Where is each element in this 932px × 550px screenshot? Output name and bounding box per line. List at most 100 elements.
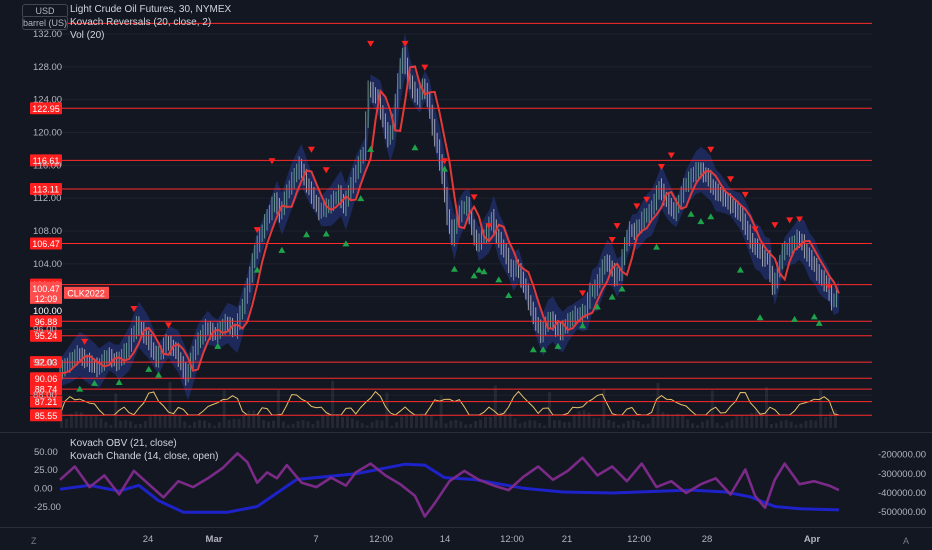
volume-bar [656,382,660,428]
volume-bar [276,390,280,428]
volume-bar [444,423,448,428]
volume-bar [119,420,123,428]
volume-bar [267,421,271,428]
volume-bar [148,416,152,428]
volume-bar [469,423,473,428]
time-tick-label: Mar [206,534,223,545]
volume-bar [281,421,285,428]
volume-bar [799,423,803,428]
chart-background [0,0,932,550]
volume-bar [518,423,522,428]
volume-bar [720,425,724,428]
volume-bar [173,412,177,428]
volume-bar [296,420,300,428]
volume-bar [183,421,187,428]
volume-bar [129,421,133,428]
volume-bar [365,425,369,428]
volume-bar [188,425,192,428]
osc-right-tick-label: -300000.00 [878,469,926,480]
volume-bar [212,425,216,428]
volume-bar [538,423,542,428]
price-tick-label: 132.00 [33,29,62,40]
kovach-chande-legend[interactable]: Kovach Chande (14, close, open) [70,451,218,462]
volume-bar [232,418,236,428]
volume-bar [257,414,261,428]
volume-bar [567,421,571,428]
symbol-legend[interactable]: Light Crude Oil Futures, 30, NYMEX [70,4,231,15]
time-tick-label: 12:00 [500,534,524,545]
volume-bar [198,420,202,428]
volume-bar [459,421,463,428]
time-tick-label: 24 [143,534,154,545]
volume-bar [671,415,675,428]
volume-bar [764,387,768,428]
price-tick-label: 120.00 [33,128,62,139]
volume-bar [617,424,621,428]
volume-bar [676,413,680,428]
volume-bar [355,420,359,428]
current-price-countdown: 12:09 [35,294,58,304]
volume-bar [488,417,492,428]
volume-bar [193,421,197,428]
volume-bar [533,420,537,428]
volume-bar [651,417,655,428]
volume-bar [528,420,532,428]
osc-left-tick-label: 0.00 [34,484,53,495]
volume-bar [577,411,581,428]
kovach-obv-legend[interactable]: Kovach OBV (21, close) [70,438,177,449]
volume-bar [306,421,310,428]
volume-legend[interactable]: Vol (20) [70,30,104,41]
volume-bar [474,421,478,428]
volume-bar [345,416,349,428]
price-tick-label: 96.00 [33,325,57,336]
volume-bar [543,425,547,428]
volume-bar [124,420,128,428]
volume-bar [725,422,729,428]
price-tick-label: 104.00 [33,259,62,270]
volume-bar [89,415,93,428]
chart-canvas[interactable]: 122.95116.61113.11106.47101.4696.8895.24… [0,0,932,550]
volume-bar [138,424,142,428]
volume-bar [331,380,335,428]
price-tick-label: 128.00 [33,62,62,73]
volume-bar [705,420,709,428]
volume-bar [464,424,468,428]
volume-bar [400,416,404,428]
auto-scale-button[interactable]: A [903,536,909,546]
volume-bar [607,420,611,428]
volume-bar [133,424,137,428]
volume-bar [553,420,556,428]
volume-bar [227,420,231,428]
price-tick-label: 88.00 [33,390,57,401]
volume-bar [622,423,626,428]
volume-bar [769,423,773,428]
volume-bar [735,416,739,428]
volume-bar [143,421,147,428]
volume-bar [262,420,266,428]
volume-bar [286,424,290,428]
trading-chart-app: 122.95116.61113.11106.47101.4696.8895.24… [0,0,932,550]
volume-bar [819,390,823,428]
volume-bar [523,421,527,428]
volume-bar [454,420,458,428]
time-tick-label: 21 [562,534,573,545]
zoom-button[interactable]: Z [31,536,37,546]
volume-bar [316,420,320,428]
volume-bar [217,422,221,428]
volume-bar [79,412,83,428]
volume-bar [222,390,226,428]
volume-bar [824,417,828,428]
volume-bar [271,420,275,428]
level-label: 85.55 [35,411,58,421]
volume-bar [375,420,379,428]
volume-bar [104,421,108,428]
volume-bar [829,412,833,428]
volume-bar [562,422,566,428]
volume-bar [414,415,418,428]
volume-bar [247,410,251,428]
time-tick-label: 12:00 [627,534,651,545]
unit-selector[interactable]: barrel (US) [22,16,68,30]
volume-bar [109,424,113,428]
kovach-reversals-legend[interactable]: Kovach Reversals (20, close, 2) [70,17,211,28]
volume-bar [291,423,295,428]
